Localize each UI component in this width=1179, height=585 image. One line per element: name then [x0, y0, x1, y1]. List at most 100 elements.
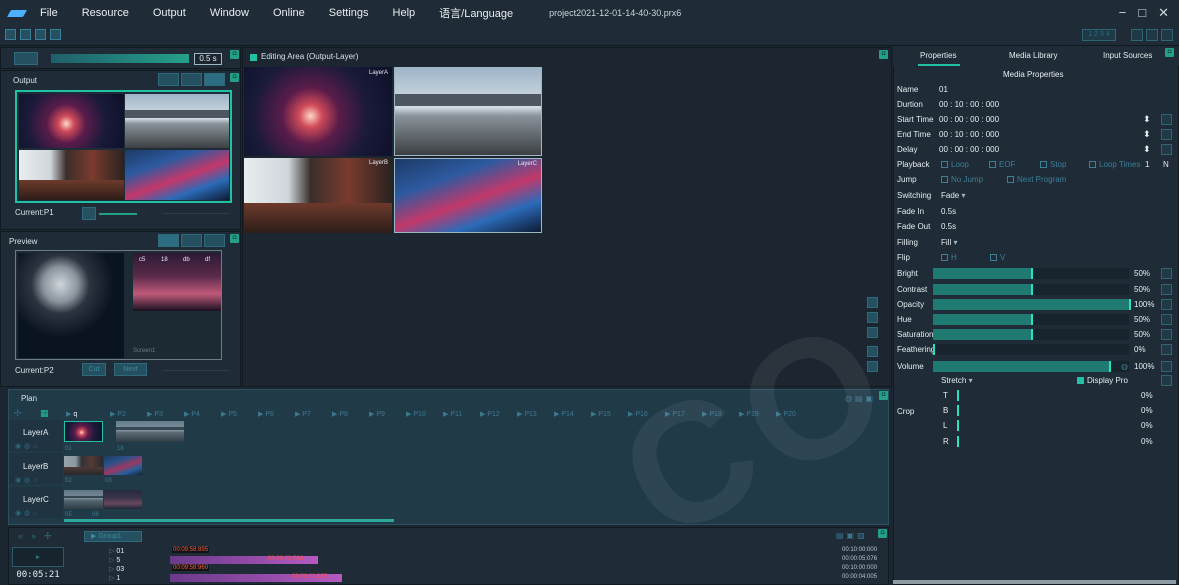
- track-name[interactable]: ▷ 1: [109, 574, 120, 582]
- tab-properties[interactable]: Properties: [920, 51, 956, 60]
- slider-reset-icon[interactable]: [1161, 268, 1172, 279]
- playback-loop[interactable]: Loop: [941, 160, 969, 169]
- slider-handle[interactable]: [1129, 299, 1131, 310]
- output-monitor[interactable]: [15, 90, 232, 203]
- plan-mark[interactable]: ▶ P4: [184, 410, 200, 418]
- slider-handle[interactable]: [1031, 284, 1033, 295]
- crop-handle[interactable]: [957, 390, 959, 401]
- fullscreen-icon[interactable]: [1161, 29, 1173, 41]
- tab-media-library[interactable]: Media Library: [1009, 51, 1057, 60]
- crop-handle[interactable]: [957, 420, 959, 431]
- cut-button[interactable]: Cut: [82, 363, 106, 376]
- plan-mark[interactable]: ▶ P14: [554, 410, 574, 418]
- plan-mark[interactable]: ▶ P2: [110, 410, 126, 418]
- name-value[interactable]: 01: [939, 85, 948, 94]
- output-mode-1[interactable]: [158, 73, 179, 86]
- play-icon[interactable]: ▶: [36, 553, 40, 561]
- plan-clip[interactable]: [64, 490, 103, 509]
- layer-a-canvas[interactable]: LayerA: [244, 67, 392, 156]
- new-project-icon[interactable]: [5, 29, 16, 40]
- take-button[interactable]: [14, 52, 38, 65]
- fade-slider[interactable]: [51, 54, 189, 63]
- plan-tools-icon[interactable]: ◍▤▣: [845, 394, 876, 403]
- plan-mark[interactable]: ▶ P5: [221, 410, 237, 418]
- remove-icon[interactable]: [867, 361, 878, 372]
- snapshot-icon[interactable]: [867, 312, 878, 323]
- jump-no-jump[interactable]: No Jump: [941, 175, 983, 184]
- plan-clip[interactable]: [64, 421, 103, 442]
- plan-grid-icon[interactable]: ▦: [40, 408, 49, 419]
- loop-times-value[interactable]: 1: [1145, 160, 1149, 169]
- plan-clip[interactable]: [64, 456, 103, 475]
- slider-handle[interactable]: [1031, 314, 1033, 325]
- preview-monitor[interactable]: c5 18 db df Screen1: [15, 250, 222, 360]
- start-time-reset-icon[interactable]: [1161, 114, 1172, 125]
- output-slider[interactable]: [99, 213, 137, 215]
- end-time-input[interactable]: 00 : 10 : 00 : 000: [939, 130, 999, 139]
- plan-clip[interactable]: [116, 421, 184, 442]
- open-project-icon[interactable]: [20, 29, 31, 40]
- plan-mark[interactable]: ▶ P20: [776, 410, 796, 418]
- filling-select[interactable]: Fill ▾: [941, 238, 957, 247]
- volume-icon[interactable]: ◍: [1121, 362, 1128, 371]
- slider-track[interactable]: [933, 344, 1129, 355]
- layer-a-controls-icon[interactable]: ◉◍⌂: [15, 442, 40, 450]
- layer-b-controls-icon[interactable]: ◉◍⌂: [15, 476, 40, 484]
- plan-mark[interactable]: ▶ P15: [591, 410, 611, 418]
- zoom-in-icon[interactable]: [867, 297, 878, 308]
- tab-input-sources[interactable]: Input Sources: [1103, 51, 1152, 60]
- fade-out-value[interactable]: 0.5s: [941, 222, 956, 231]
- fade-time-input[interactable]: 0.5 s: [194, 53, 222, 65]
- properties-scrollbar[interactable]: [893, 580, 1176, 584]
- pin-icon[interactable]: ◘: [230, 73, 239, 82]
- timeline-nav-icons[interactable]: «»✢: [18, 531, 60, 542]
- preview-slider[interactable]: [163, 370, 229, 371]
- flip-v[interactable]: V: [990, 253, 1005, 262]
- switching-select[interactable]: Fade ▾: [941, 191, 965, 200]
- playback-loop-times[interactable]: Loop Times: [1089, 160, 1140, 169]
- slider-handle[interactable]: [1031, 329, 1033, 340]
- plan-mark[interactable]: ▶ P19: [739, 410, 759, 418]
- jump-next-program[interactable]: Next Program: [1007, 175, 1066, 184]
- menu-language[interactable]: 语言/Language: [427, 5, 525, 21]
- output-mode-2[interactable]: [181, 73, 202, 86]
- menu-help[interactable]: Help: [381, 7, 428, 19]
- output-lock-icon[interactable]: [82, 207, 96, 220]
- slider-handle[interactable]: [1109, 361, 1111, 372]
- plan-scrollbar[interactable]: [64, 519, 394, 522]
- menu-output[interactable]: Output: [141, 7, 198, 19]
- group-tab[interactable]: ▶ Group1: [84, 531, 142, 542]
- plan-add-icon[interactable]: ✢: [14, 408, 22, 419]
- slider-handle[interactable]: [933, 344, 935, 355]
- delay-reset-icon[interactable]: [1161, 144, 1172, 155]
- city-canvas[interactable]: LayerC: [394, 158, 542, 233]
- pin-icon[interactable]: ◘: [1165, 48, 1174, 57]
- output-mode-3[interactable]: [204, 73, 225, 86]
- plan-mark[interactable]: ▶ P9: [369, 410, 385, 418]
- plan-mark-current[interactable]: ▶ q: [66, 410, 77, 418]
- plan-mark[interactable]: ▶ P13: [517, 410, 537, 418]
- settings-icon[interactable]: [867, 327, 878, 338]
- menu-file[interactable]: File: [34, 7, 70, 19]
- track-name[interactable]: ▷ 5: [109, 556, 120, 564]
- layout-icon[interactable]: [1131, 29, 1143, 41]
- next-button[interactable]: Next: [114, 363, 147, 376]
- play-clock[interactable]: ▶ 00:05:21: [12, 547, 64, 580]
- timeline-tools-icon[interactable]: ▤▣▨: [836, 531, 868, 540]
- ship-canvas[interactable]: [394, 67, 542, 156]
- plan-mark[interactable]: ▶ P10: [406, 410, 426, 418]
- playback-eof[interactable]: EOF: [989, 160, 1015, 169]
- menu-settings[interactable]: Settings: [317, 7, 381, 19]
- plan-mark[interactable]: ▶ P18: [702, 410, 722, 418]
- display-pro-reset-icon[interactable]: [1161, 375, 1172, 386]
- fade-in-value[interactable]: 0.5s: [941, 207, 956, 216]
- slider-reset-icon[interactable]: [1161, 361, 1172, 372]
- delay-input[interactable]: 00 : 00 : 00 : 000: [939, 145, 999, 154]
- close-icon[interactable]: ✕: [1158, 5, 1169, 21]
- display-pro-checkbox[interactable]: Display Pro: [1077, 376, 1128, 385]
- slider-handle[interactable]: [1031, 268, 1033, 279]
- track-name[interactable]: ▷ 01: [109, 547, 124, 555]
- plan-mark[interactable]: ▶ P7: [295, 410, 311, 418]
- layer-c-controls-icon[interactable]: ◉◍⌂: [15, 509, 40, 517]
- screen-pill[interactable]: 1 2 3 4: [1082, 29, 1116, 41]
